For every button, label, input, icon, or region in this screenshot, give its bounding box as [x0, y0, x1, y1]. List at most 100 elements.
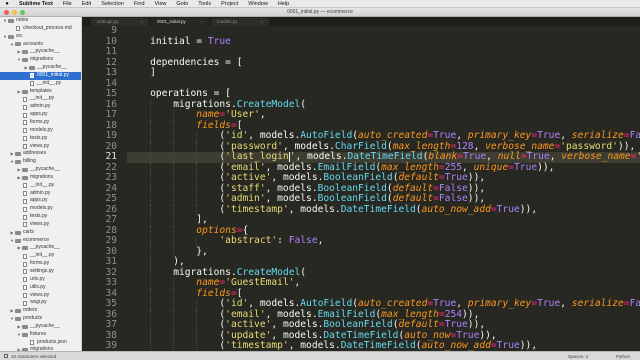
window-titlebar[interactable]: 0001_initial.py — ecommerce [0, 8, 640, 17]
sidebar-file[interactable]: models.py [0, 205, 81, 213]
sidebar-folder[interactable]: ▼ accounts [0, 41, 81, 49]
code-token: name [196, 277, 220, 288]
editor-tab[interactable]: settings.py × [91, 18, 149, 26]
sidebar-file[interactable]: products.json [0, 339, 81, 347]
code-token: : [277, 235, 289, 246]
sidebar-file[interactable]: views.py [0, 221, 81, 229]
sidebar-file[interactable]: tests.py [0, 213, 81, 221]
sidebar-file[interactable]: settings.py [0, 268, 81, 276]
editor-tab[interactable]: models.py × [211, 18, 269, 26]
file-icon [23, 136, 27, 142]
code-token: serialize [571, 130, 624, 141]
sidebar-folder[interactable]: ▶ __pycache__ [0, 323, 81, 331]
sidebar-file[interactable]: 0001_initial.py [0, 71, 81, 80]
editor-tab[interactable]: 0001_initial.py × [151, 18, 209, 26]
sidebar-file[interactable]: models.py [0, 127, 81, 135]
menu-window[interactable]: Window [243, 1, 273, 7]
sidebar-folder[interactable]: ▼ fixtures [0, 331, 81, 339]
code-token: , models. [288, 340, 341, 351]
sidebar-item-label: views.py [30, 142, 50, 149]
code-line[interactable]: initial = True [127, 35, 640, 48]
menu-sublime-text[interactable]: Sublime Text [14, 1, 58, 7]
apple-menu-icon[interactable]: ● [0, 1, 14, 7]
sidebar-folder[interactable]: ▼ src [0, 33, 81, 41]
file-icon [23, 206, 27, 212]
code-editor[interactable]: 9 10 11 12 13 14 15 16 17 18 19 20 21 22 23 24 25 26 27 28 2… [83, 26, 640, 351]
menu-goto[interactable]: Goto [171, 1, 193, 7]
sidebar-file[interactable]: forms.py [0, 260, 81, 268]
sidebar-item-label: tests.py [30, 213, 48, 220]
sidebar-file[interactable]: utils.py [0, 284, 81, 292]
code-line[interactable]: }, [127, 246, 640, 257]
sidebar-folder[interactable]: ▼ billing [0, 158, 81, 166]
code-token: CreateModel [236, 266, 301, 278]
panel-toggle-icon[interactable] [4, 354, 8, 358]
code-token: DateTimeField [340, 340, 416, 351]
sidebar-folder[interactable]: ▶ orders [0, 307, 81, 315]
sidebar-file[interactable]: apps.py [0, 111, 81, 119]
sidebar-file[interactable]: admin.py [0, 190, 81, 198]
sidebar-folder[interactable]: ▼ products [0, 315, 81, 323]
code-line[interactable]: ] [127, 67, 640, 79]
sidebar-folder[interactable]: ▶ __pycache__ [0, 48, 81, 56]
sidebar-file[interactable]: apps.py [0, 197, 81, 205]
sidebar-file[interactable]: checkout_process.md [0, 25, 81, 33]
code-token: migrations. [173, 266, 237, 278]
menu-project[interactable]: Project [216, 1, 243, 7]
indent-guide [173, 320, 175, 331]
sidebar-folder[interactable]: ▶ addresses [0, 150, 81, 158]
menu-find[interactable]: Find [129, 1, 150, 7]
sidebar-folder[interactable]: ▼ ecommerce [0, 237, 81, 245]
code-line[interactable]: ('timestamp', models.DateTimeField(auto_… [127, 340, 640, 351]
indentation-setting[interactable]: Spaces: 4 [568, 354, 588, 359]
code-token: 'timestamp' [225, 203, 289, 215]
sidebar-item-label: apps.py [30, 197, 48, 204]
sidebar-folder[interactable]: ▶ migrations [0, 174, 81, 182]
close-tab-icon[interactable]: × [261, 18, 263, 26]
code-token: , models. [265, 193, 318, 204]
code-token: default [398, 319, 439, 330]
sidebar-folder[interactable]: ▶ templates [0, 88, 81, 96]
sidebar-file[interactable]: __init__.py [0, 252, 81, 260]
sidebar-folder[interactable]: ▼ notes [0, 17, 81, 25]
menu-selection[interactable]: Selection [96, 1, 129, 7]
sidebar-file[interactable]: __init__.py [0, 182, 81, 190]
sidebar-folder[interactable]: ▼ migrations [0, 56, 81, 64]
sidebar-folder[interactable]: ▶ __pycache__ [0, 64, 81, 72]
sidebar-item-label: migrations [30, 173, 54, 180]
sidebar-folder[interactable]: ▶ carts [0, 229, 81, 237]
menu-help[interactable]: Help [273, 1, 294, 7]
sidebar-folder[interactable]: ▶ __pycache__ [0, 166, 81, 174]
sidebar-file[interactable]: forms.py [0, 119, 81, 127]
code-token: BooleanField [317, 193, 387, 204]
code-token: , [560, 298, 572, 309]
code-token: 128 [456, 140, 474, 152]
line-number: 33 [105, 277, 117, 288]
code-token: default [392, 193, 434, 204]
code-token: True [207, 35, 231, 47]
menu-edit[interactable]: Edit [77, 1, 96, 7]
code-token: False [438, 182, 468, 194]
sidebar-file[interactable]: urls.py [0, 276, 81, 284]
menu-tools[interactable]: Tools [193, 1, 216, 7]
indent-guide [196, 341, 198, 351]
sidebar-file[interactable]: views.py [0, 292, 81, 300]
sidebar-file[interactable]: views.py [0, 143, 81, 151]
code-token: max_length [392, 140, 451, 152]
line-number: 28 [105, 224, 117, 236]
close-tab-icon[interactable]: × [201, 18, 203, 26]
code-token: , [549, 151, 562, 162]
sidebar-file[interactable]: __init__.py [0, 80, 81, 88]
close-tab-icon[interactable]: × [141, 18, 143, 26]
sidebar-file[interactable]: tests.py [0, 135, 81, 143]
menu-view[interactable]: View [150, 1, 172, 7]
sidebar-file[interactable]: wsgi.py [0, 299, 81, 307]
syntax-setting[interactable]: Python [616, 354, 630, 359]
sidebar-file[interactable]: admin.py [0, 103, 81, 111]
sidebar-file[interactable]: __init__.py [0, 95, 81, 103]
code-line[interactable]: options={ [127, 225, 640, 236]
code-view[interactable]: initial = True dependencies = [] operation… [127, 26, 640, 351]
menu-file[interactable]: File [58, 1, 77, 7]
code-line[interactable]: dependencies = [ [127, 57, 640, 69]
sidebar-folder[interactable]: ▶ __pycache__ [0, 244, 81, 252]
